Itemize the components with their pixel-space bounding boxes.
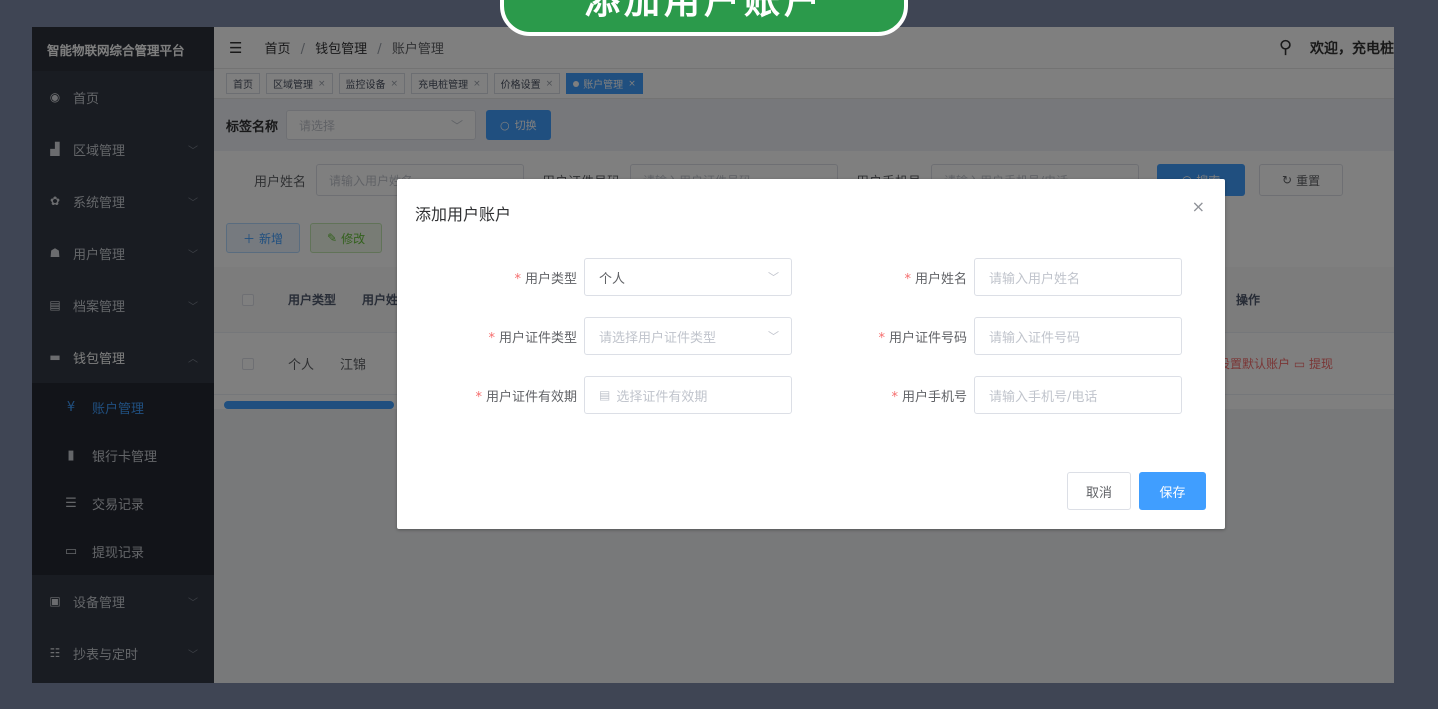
id-number-label: * 用户证件号码 — [787, 327, 967, 346]
required-mark: * — [488, 331, 495, 346]
user-name-label: * 用户姓名 — [787, 268, 967, 287]
required-mark: * — [878, 331, 885, 346]
user-name-input[interactable]: 请输入用户姓名 — [974, 258, 1182, 296]
cancel-button[interactable]: 取消 — [1067, 472, 1131, 510]
required-mark: * — [904, 272, 911, 287]
close-icon[interactable]: × — [1192, 197, 1205, 216]
banner-title-text: 添加用户账户 — [583, 0, 824, 22]
form-row-2: * 用户证件类型 请选择用户证件类型 ﹀ * 用户证件号码 请输入证件号码 — [397, 317, 1225, 355]
banner-title: 添加用户账户 — [500, 0, 908, 36]
id-validity-label: * 用户证件有效期 — [397, 386, 577, 405]
required-mark: * — [891, 390, 898, 405]
phone-field-label-text: 用户手机号 — [901, 390, 967, 405]
form-row-3: * 用户证件有效期 ▤ 选择证件有效期 * 用户手机号 请输入手机号/电话 — [397, 376, 1225, 414]
id-number-label-text: 用户证件号码 — [888, 331, 967, 346]
id-type-placeholder: 请选择用户证件类型 — [599, 330, 717, 346]
id-number-input[interactable]: 请输入证件号码 — [974, 317, 1182, 355]
required-mark: * — [514, 272, 521, 287]
app-window: 智能物联网综合管理平台 ◉ 首页 ▟ 区域管理 ﹀ ✿ 系统管理 ﹀ ☗ 用户管… — [32, 27, 1394, 683]
phone-field-label: * 用户手机号 — [787, 386, 967, 405]
add-account-dialog: 添加用户账户 × * 用户类型 个人 ﹀ * 用户姓名 请输入用户姓名 * 用户证件类… — [397, 179, 1225, 529]
dialog-title: 添加用户账户 — [415, 205, 512, 224]
required-mark: * — [475, 390, 482, 405]
user-type-label: * 用户类型 — [397, 268, 577, 287]
id-type-select[interactable]: 请选择用户证件类型 ﹀ — [584, 317, 792, 355]
id-validity-placeholder: 选择证件有效期 — [616, 389, 708, 405]
save-button[interactable]: 保存 — [1139, 472, 1206, 510]
chevron-down-icon: ﹀ — [768, 271, 779, 284]
form-row-1: * 用户类型 个人 ﹀ * 用户姓名 请输入用户姓名 — [397, 258, 1225, 296]
chevron-down-icon: ﹀ — [768, 330, 779, 343]
id-type-label-text: 用户证件类型 — [498, 331, 577, 346]
phone-field-input[interactable]: 请输入手机号/电话 — [974, 376, 1182, 414]
user-type-value: 个人 — [599, 271, 626, 287]
user-name-label-text: 用户姓名 — [914, 272, 967, 287]
user-type-label-text: 用户类型 — [524, 272, 577, 287]
id-validity-datepicker[interactable]: ▤ 选择证件有效期 — [584, 376, 792, 414]
user-type-select[interactable]: 个人 ﹀ — [584, 258, 792, 296]
id-type-label: * 用户证件类型 — [397, 327, 577, 346]
id-validity-label-text: 用户证件有效期 — [485, 390, 577, 405]
calendar-icon: ▤ — [599, 388, 611, 402]
